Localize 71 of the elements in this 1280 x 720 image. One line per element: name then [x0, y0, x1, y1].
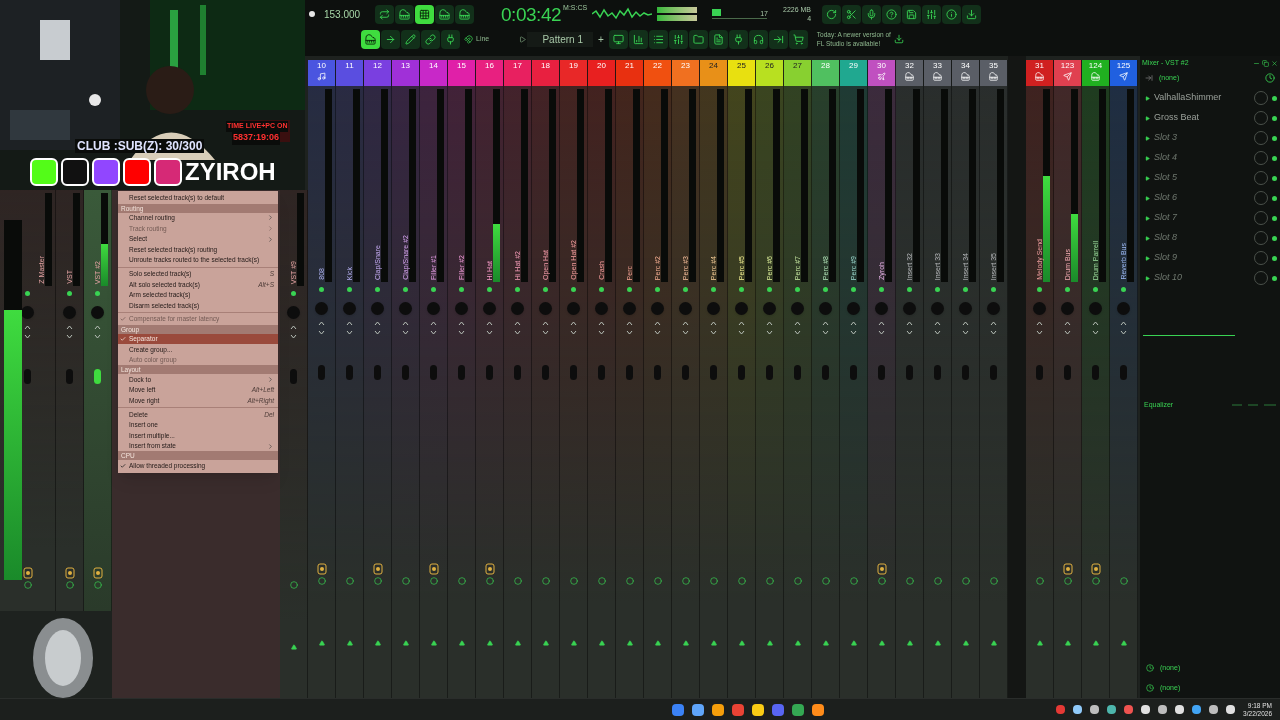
track-header[interactable]: 18	[532, 60, 559, 86]
track-header[interactable]: 15	[448, 60, 475, 86]
track-number: 123	[1060, 60, 1075, 72]
track-number: 26	[765, 60, 774, 72]
track-number: 11	[345, 60, 354, 72]
effect-slot[interactable]: Slot 10	[1140, 268, 1280, 288]
track-number: 15	[457, 60, 466, 72]
track-header[interactable]: 10	[308, 60, 335, 86]
track-number: 24	[709, 60, 718, 72]
song-time-display: 0:03:42	[501, 4, 562, 24]
track-header[interactable]: 35	[980, 60, 1007, 86]
track-header[interactable]: 20	[588, 60, 615, 86]
track-number: 12	[373, 60, 382, 72]
track-header[interactable]: 13	[392, 60, 419, 86]
track-header[interactable]: 25	[728, 60, 755, 86]
track-number: 34	[961, 60, 970, 72]
track-number: 21	[625, 60, 634, 72]
track-number: 23	[681, 60, 690, 72]
track-number: 125	[1116, 60, 1131, 72]
channel-handle: ZYIROH	[185, 160, 276, 184]
effect-slot[interactable]: Slot 4	[1140, 148, 1280, 168]
track-number: 17	[513, 60, 522, 72]
track-number: 13	[401, 60, 410, 72]
track-number: 18	[541, 60, 550, 72]
track-header[interactable]: 22	[644, 60, 671, 86]
track-number: 14	[429, 60, 438, 72]
track-header[interactable]: 16	[476, 60, 503, 86]
effect-slot[interactable]: Slot 3	[1140, 128, 1280, 148]
track-header[interactable]: 125	[1110, 60, 1137, 86]
track-header[interactable]: 19	[560, 60, 587, 86]
track-number: 32	[905, 60, 914, 72]
track-number: 30	[877, 60, 886, 72]
effect-slot[interactable]: Slot 6	[1140, 188, 1280, 208]
track-header[interactable]: 32	[896, 60, 923, 86]
effect-slot[interactable]: Slot 9	[1140, 248, 1280, 268]
track-number: 19	[569, 60, 578, 72]
track-header[interactable]: 12	[364, 60, 391, 86]
pattern-selector[interactable]: Pattern 1	[527, 31, 593, 47]
track-number: 27	[793, 60, 802, 72]
effect-slot[interactable]: ValhallaShimmer	[1140, 88, 1280, 108]
track-header[interactable]: 21	[616, 60, 643, 86]
sub-goal-text: CLUB :SUB(Z): 30/300	[75, 139, 205, 153]
track-header[interactable]: 34	[952, 60, 979, 86]
track-number: 124	[1088, 60, 1103, 72]
effect-slot[interactable]: Gross Beat	[1140, 108, 1280, 128]
track-header[interactable]: 26	[756, 60, 783, 86]
effect-slot[interactable]: Slot 5	[1140, 168, 1280, 188]
track-number: 31	[1035, 60, 1044, 72]
track-header[interactable]: 123	[1054, 60, 1081, 86]
track-number: 22	[653, 60, 662, 72]
track-header[interactable]: 11	[336, 60, 363, 86]
track-header[interactable]: 30	[868, 60, 895, 86]
track-header[interactable]: 24	[700, 60, 727, 86]
tempo-display[interactable]: 153.000	[324, 6, 360, 22]
track-header[interactable]: 33	[924, 60, 951, 86]
track-number: 33	[933, 60, 942, 72]
track-header[interactable]: 14	[420, 60, 447, 86]
timer-text: 5837:19:06	[232, 131, 281, 145]
track-number: 35	[989, 60, 998, 72]
track-number: 29	[849, 60, 858, 72]
track-number: 20	[597, 60, 606, 72]
track-header[interactable]: 27	[784, 60, 811, 86]
effect-slot[interactable]: Slot 7	[1140, 208, 1280, 228]
track-number: 16	[485, 60, 494, 72]
effect-slot[interactable]: Slot 8	[1140, 228, 1280, 248]
track-number: 25	[737, 60, 746, 72]
track-header[interactable]: 17	[504, 60, 531, 86]
track-number: 28	[821, 60, 830, 72]
track-number: 10	[317, 60, 326, 72]
track-header[interactable]: 31	[1026, 60, 1053, 86]
add-pattern-button[interactable]: +	[594, 31, 608, 47]
